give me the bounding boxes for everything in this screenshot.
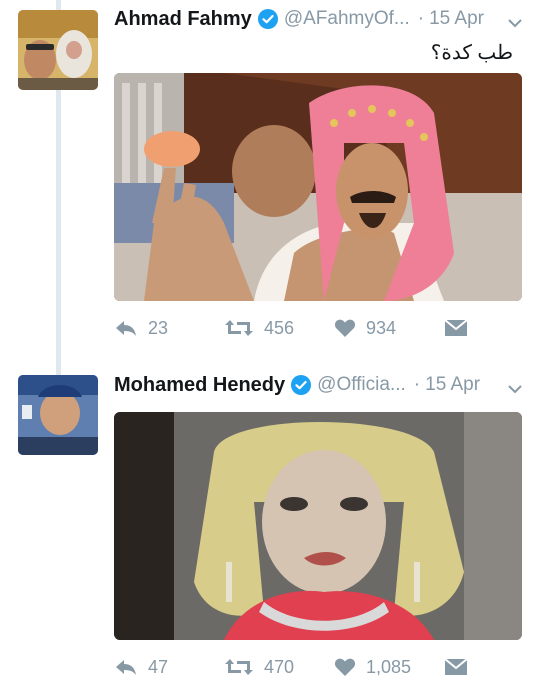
like-count: 1,085 (366, 656, 412, 677)
tweet-photo[interactable] (114, 73, 522, 301)
reply-icon (116, 321, 136, 336)
direct-message-button[interactable] (444, 652, 478, 682)
like-icon (334, 319, 356, 337)
tweet-header: Mohamed Henedy @Officia... · 15 Apr (114, 370, 480, 400)
verified-icon (291, 375, 312, 395)
like-button[interactable]: 1,085 (334, 652, 411, 682)
tweet-actions: 47 470 1,085 (114, 652, 522, 682)
like-button[interactable]: 934 (334, 313, 396, 343)
tweet-2[interactable]: Mohamed Henedy @Officia... · 15 Apr 47 4… (0, 360, 540, 685)
like-icon (334, 658, 356, 676)
avatar[interactable] (18, 10, 98, 90)
retweet-count: 470 (264, 656, 295, 677)
reply-button[interactable]: 47 (114, 652, 168, 682)
direct-message-icon (444, 319, 468, 336)
like-count: 934 (366, 317, 397, 338)
separator-dot: · (413, 374, 421, 395)
retweet-icon (225, 320, 253, 336)
timestamp[interactable]: 15 Apr (425, 374, 480, 396)
direct-message-icon (444, 658, 468, 675)
retweet-count: 456 (264, 317, 295, 338)
retweet-icon (225, 659, 253, 675)
separator-dot: · (417, 8, 425, 29)
display-name[interactable]: Ahmad Fahmy (114, 8, 252, 31)
avatar[interactable] (18, 375, 98, 455)
tweet-header: Ahmad Fahmy @AFahmyOf... · 15 Apr (114, 4, 484, 34)
direct-message-button[interactable] (444, 313, 478, 343)
display-name[interactable]: Mohamed Henedy (114, 374, 285, 397)
tweet-actions: 23 456 934 (114, 313, 522, 343)
retweet-button[interactable]: 456 (224, 313, 294, 343)
reply-count: 47 (148, 656, 169, 677)
username[interactable]: @AFahmyOf... (284, 8, 410, 30)
retweet-button[interactable]: 470 (224, 652, 294, 682)
tweet-photo[interactable] (114, 412, 522, 640)
tweet-text: طب كدة؟ (430, 42, 513, 64)
caret-down-icon[interactable] (506, 14, 524, 32)
reply-count: 23 (148, 317, 169, 338)
reply-icon (116, 660, 136, 675)
username[interactable]: @Officia... (317, 374, 406, 396)
verified-icon (257, 9, 278, 29)
tweet-1[interactable]: Ahmad Fahmy @AFahmyOf... · 15 Apr طب كدة… (0, 0, 540, 360)
timestamp[interactable]: 15 Apr (429, 8, 484, 30)
caret-down-icon[interactable] (506, 380, 524, 398)
reply-button[interactable]: 23 (114, 313, 168, 343)
